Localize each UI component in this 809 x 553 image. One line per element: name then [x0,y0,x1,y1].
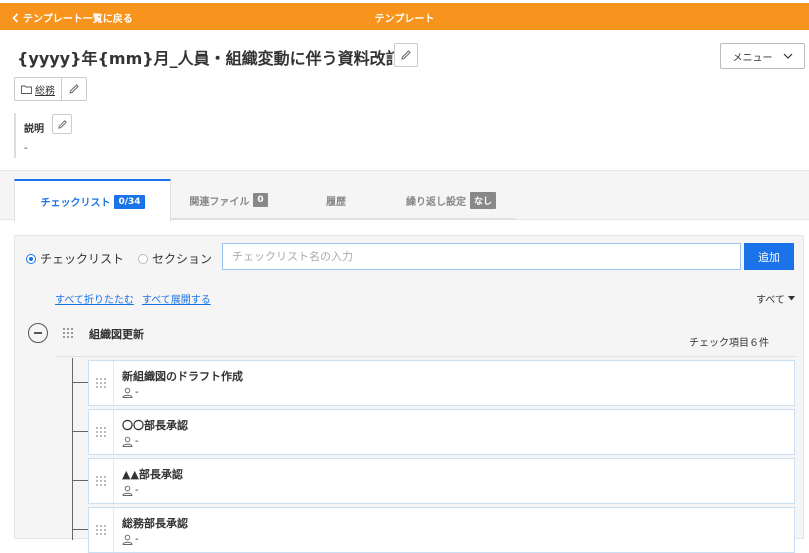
expand-all-link[interactable]: すべて展開する [142,291,211,306]
folder-label: 総務 [35,85,55,97]
checklist-name-input[interactable] [222,243,741,270]
add-button[interactable]: 追加 [744,243,794,270]
item-assignee: - [122,534,139,545]
tab-underline [171,218,516,220]
filter-dropdown[interactable]: すべて [756,291,795,306]
user-icon [122,485,133,496]
edit-title-button[interactable] [394,43,418,67]
tab-label: 関連ファイル [189,196,250,208]
item-drag-handle[interactable] [89,410,114,454]
description-block: 説明 - [14,113,44,158]
description-label: 説明 [24,124,44,135]
tab-label: 繰り返し設定 [405,196,466,208]
collapse-all-link[interactable]: すべて折りたたむ [55,291,134,306]
pencil-icon [69,84,79,94]
pencil-icon [401,50,411,60]
tab-repeat-settings[interactable]: 繰り返し設定 なし [386,179,516,221]
edit-description-button[interactable] [52,114,72,134]
item-assignee: - [122,387,139,398]
drag-handle-icon [96,378,106,388]
tree-connector [72,529,88,530]
user-icon [122,436,133,447]
item-drag-handle[interactable] [89,508,114,552]
item-title: 総務部長承認 [122,517,188,530]
assignee-value: - [135,387,139,398]
back-label: テンプレート一覧に戻る [23,14,133,25]
filter-label: すべて [756,295,785,306]
assignee-value: - [135,534,139,545]
item-drag-handle[interactable] [89,361,114,405]
top-bar: テンプレート一覧に戻る テンプレート [0,3,809,30]
item-title: 〇〇部長承認 [122,419,188,432]
drag-handle-icon [96,427,106,437]
user-icon [122,534,133,545]
drag-handle-icon [96,476,106,486]
checklist-panel: チェックリスト セクション 追加 すべて折りたたむ すべて展開する すべて 組織… [14,235,804,553]
section-title: 組織図更新 [89,328,144,341]
tab-related-files[interactable]: 関連ファイル 0 [171,179,286,221]
checklist-item[interactable]: 総務部長承認 - [88,507,795,553]
item-title: 新組織図のドラフト作成 [122,370,243,383]
expand-collapse-links: すべて折りたたむ すべて展開する [55,291,211,306]
edit-folder-button[interactable] [62,78,86,100]
section-header: 組織図更新 チェック項目６件 [27,322,797,349]
radio-selected-icon [26,253,36,264]
description-value: - [24,143,28,154]
item-title: ▲▲部長承認 [122,468,183,481]
item-assignee: - [122,485,139,496]
radio-unselected-icon [138,253,148,264]
caret-down-icon [787,296,795,301]
page-title: {yyyy}年{mm}月_人員・組織変動に伴う資料改訂 [17,49,402,68]
folder-icon [21,85,32,94]
tab-checklist[interactable]: チェックリスト 0/34 [14,179,171,222]
tree-connector [72,480,88,481]
checklist-item[interactable]: ▲▲部長承認 - [88,458,795,504]
collapse-section-icon[interactable] [28,323,48,343]
checklist-item[interactable]: 〇〇部長承認 - [88,409,795,455]
tab-badge: 0 [253,193,268,207]
assignee-value: - [135,436,139,447]
tree-connector [72,431,88,432]
item-assignee: - [122,436,139,447]
drag-handle-icon [96,525,106,535]
tab-badge: 0/34 [114,194,145,209]
menu-dropdown-button[interactable]: メニュー [720,43,805,69]
radio-label: チェックリスト [40,252,125,266]
chevron-left-icon [12,12,19,23]
tree-connector [72,382,88,383]
chevron-down-icon [783,53,792,59]
radio-checklist[interactable]: チェックリスト [26,250,124,267]
menu-label: メニュー [732,52,773,64]
folder-selector: 総務 [14,77,87,101]
folder-link[interactable]: 総務 [15,78,62,100]
tab-badge: なし [469,191,496,209]
tab-bar: チェックリスト 0/34 関連ファイル 0 履歴 繰り返し設定 なし [0,170,809,222]
radio-label: セクション [152,252,213,266]
checklist-item[interactable]: 新組織図のドラフト作成 - [88,360,795,406]
tab-history[interactable]: 履歴 [286,179,386,221]
tree-line [72,358,73,540]
pencil-icon [57,119,67,129]
tab-label: チェックリスト [40,198,111,209]
item-drag-handle[interactable] [89,459,114,503]
back-to-template-list-link[interactable]: テンプレート一覧に戻る [12,10,133,25]
user-icon [122,387,133,398]
drag-handle-icon[interactable] [63,328,73,338]
assignee-value: - [135,485,139,496]
section-item-count: チェック項目６件 [689,338,769,349]
tab-label: 履歴 [326,196,346,208]
radio-section[interactable]: セクション [138,250,212,267]
section-divider [55,356,797,357]
